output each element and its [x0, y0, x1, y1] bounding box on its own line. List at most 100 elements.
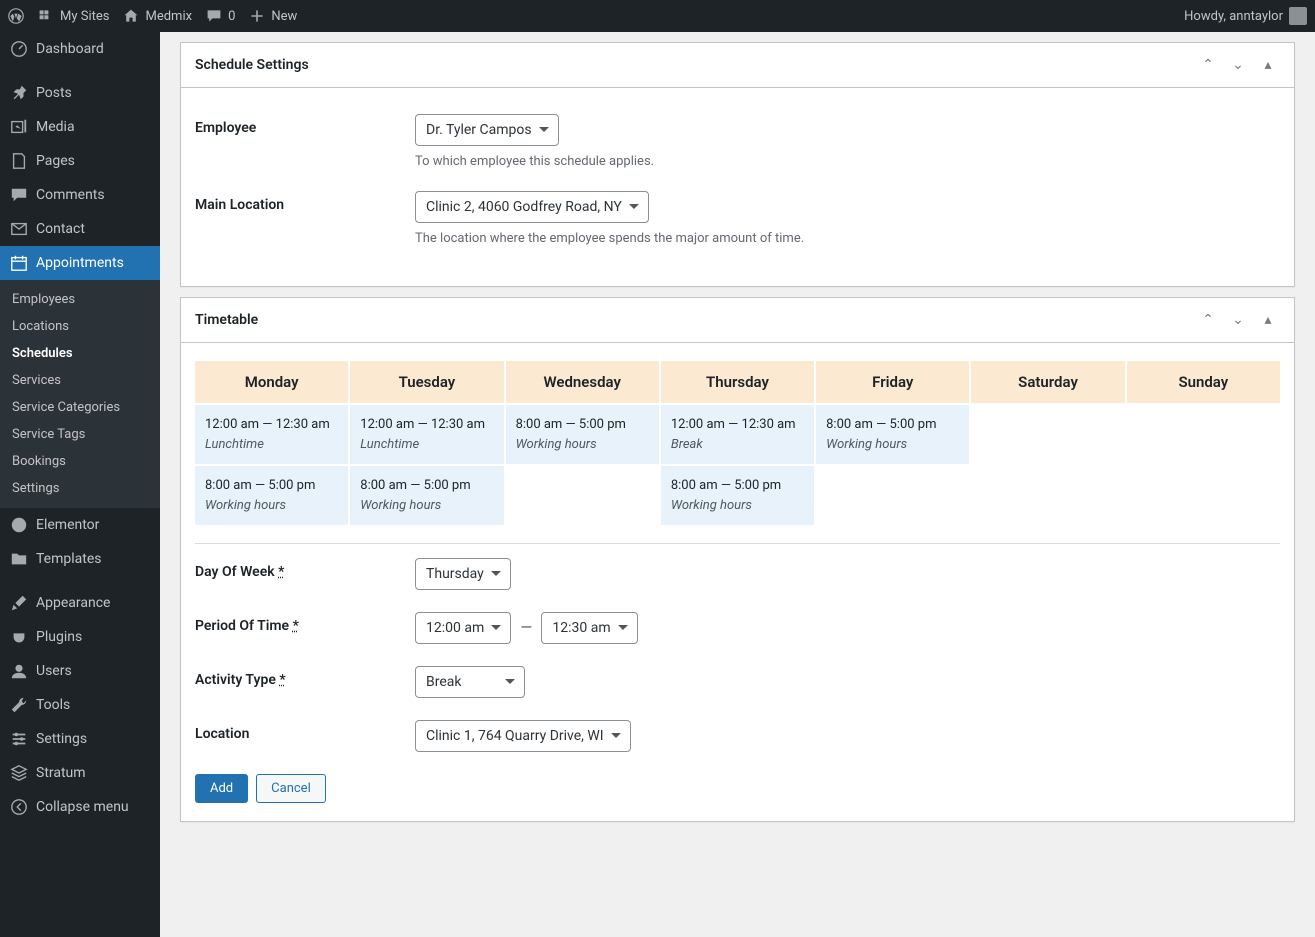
sidebar-item-dashboard[interactable]: Dashboard	[0, 32, 160, 66]
timetable-block[interactable]: 8:00 am — 5:00 pmWorking hours	[816, 403, 969, 464]
submenu-schedules[interactable]: Schedules	[0, 340, 160, 367]
sidebar-item-posts[interactable]: Posts	[0, 76, 160, 110]
sidebar-item-comments[interactable]: Comments	[0, 178, 160, 212]
timetable-day-header: Monday	[195, 361, 348, 403]
timetable-day-header: Tuesday	[350, 361, 503, 403]
timetable-column: Sunday	[1127, 361, 1280, 525]
timetable-block[interactable]: 12:00 am — 12:30 amBreak	[661, 403, 814, 464]
my-sites[interactable]: My Sites	[38, 8, 109, 24]
period-start-select[interactable]: 12:00 am	[415, 612, 511, 644]
sidebar-item-tools[interactable]: Tools	[0, 688, 160, 722]
mail-icon	[10, 220, 28, 238]
elementor-icon	[10, 516, 28, 534]
sidebar-item-elementor[interactable]: Elementor	[0, 508, 160, 542]
employee-label: Employee	[195, 114, 415, 136]
schedule-settings-title: Schedule Settings	[195, 57, 309, 73]
submenu-employees[interactable]: Employees	[0, 286, 160, 313]
period-end-select[interactable]: 12:30 am	[541, 612, 637, 644]
submenu-services[interactable]: Services	[0, 367, 160, 394]
brush-icon	[10, 594, 28, 612]
employee-desc: To which employee this schedule applies.	[415, 154, 1280, 169]
timetable-day-header: Saturday	[971, 361, 1124, 403]
timetable-column: Friday8:00 am — 5:00 pmWorking hours	[816, 361, 969, 525]
sidebar-item-appearance[interactable]: Appearance	[0, 586, 160, 620]
new-content[interactable]: New	[249, 8, 297, 24]
comments-count[interactable]: 0	[206, 8, 235, 24]
appointments-submenu: Employees Locations Schedules Services S…	[0, 280, 160, 508]
sidebar-collapse[interactable]: Collapse menu	[0, 790, 160, 824]
timetable-column: Saturday	[971, 361, 1124, 525]
timetable-day-header: Wednesday	[506, 361, 659, 403]
timetable-column: Monday12:00 am — 12:30 amLunchtime8:00 a…	[195, 361, 348, 525]
location-select[interactable]: Clinic 1, 764 Quarry Drive, WI	[415, 720, 631, 752]
timetable-column: Tuesday12:00 am — 12:30 amLunchtime8:00 …	[350, 361, 503, 525]
timetable-day-header: Sunday	[1127, 361, 1280, 403]
activity-type-select[interactable]: Break	[415, 666, 525, 698]
admin-sidebar: Dashboard Posts Media Pages Comments Con…	[0, 32, 160, 937]
main-location-select[interactable]: Clinic 2, 4060 Godfrey Road, NY	[415, 191, 649, 223]
submenu-settings[interactable]: Settings	[0, 475, 160, 502]
page-icon	[10, 152, 28, 170]
comment-icon	[206, 8, 222, 24]
sidebar-item-appointments[interactable]: Appointments	[0, 246, 160, 280]
toggle-panel-icon[interactable]: ▴	[1256, 308, 1280, 332]
comment-icon	[10, 186, 28, 204]
dashboard-icon	[10, 40, 28, 58]
timetable-block[interactable]: 8:00 am — 5:00 pmWorking hours	[350, 464, 503, 525]
timetable-block[interactable]: 12:00 am — 12:30 amLunchtime	[350, 403, 503, 464]
sidebar-item-media[interactable]: Media	[0, 110, 160, 144]
main-content: Schedule Settings ⌃ ⌄ ▴ Employee Dr. Tyl…	[160, 32, 1315, 937]
schedule-settings-box: Schedule Settings ⌃ ⌄ ▴ Employee Dr. Tyl…	[180, 42, 1295, 287]
site-name[interactable]: Medmix	[123, 8, 192, 24]
submenu-service-categories[interactable]: Service Categories	[0, 394, 160, 421]
timetable-block[interactable]: 8:00 am — 5:00 pmWorking hours	[506, 403, 659, 464]
home-icon	[123, 8, 139, 24]
timetable-day-header: Thursday	[661, 361, 814, 403]
employee-select[interactable]: Dr. Tyler Campos	[415, 114, 559, 146]
timetable-column: Wednesday8:00 am — 5:00 pmWorking hours	[506, 361, 659, 525]
media-icon	[10, 118, 28, 136]
wp-logo[interactable]	[8, 8, 24, 24]
timetable-box: Timetable ⌃ ⌄ ▴ Monday12:00 am — 12:30 a…	[180, 297, 1295, 822]
wordpress-icon	[8, 8, 24, 24]
sidebar-item-templates[interactable]: Templates	[0, 542, 160, 576]
timetable-grid: Monday12:00 am — 12:30 amLunchtime8:00 a…	[195, 361, 1280, 525]
sidebar-item-contact[interactable]: Contact	[0, 212, 160, 246]
location-label: Location	[195, 720, 415, 742]
sidebar-item-users[interactable]: Users	[0, 654, 160, 688]
sliders-icon	[10, 730, 28, 748]
day-of-week-label: Day Of Week *	[195, 558, 415, 580]
sidebar-item-settings[interactable]: Settings	[0, 722, 160, 756]
main-location-label: Main Location	[195, 191, 415, 213]
add-button[interactable]: Add	[195, 774, 248, 803]
move-down-icon[interactable]: ⌄	[1226, 53, 1250, 77]
timetable-block[interactable]: 8:00 am — 5:00 pmWorking hours	[195, 464, 348, 525]
submenu-bookings[interactable]: Bookings	[0, 448, 160, 475]
move-down-icon[interactable]: ⌄	[1226, 308, 1250, 332]
sidebar-item-plugins[interactable]: Plugins	[0, 620, 160, 654]
move-up-icon[interactable]: ⌃	[1196, 308, 1220, 332]
submenu-service-tags[interactable]: Service Tags	[0, 421, 160, 448]
cancel-button[interactable]: Cancel	[256, 774, 326, 803]
main-location-desc: The location where the employee spends t…	[415, 231, 1280, 246]
submenu-locations[interactable]: Locations	[0, 313, 160, 340]
timetable-block[interactable]: 8:00 am — 5:00 pmWorking hours	[661, 464, 814, 525]
admin-bar: My Sites Medmix 0 New Howdy, anntaylor	[0, 0, 1315, 32]
toggle-panel-icon[interactable]: ▴	[1256, 53, 1280, 77]
sidebar-item-pages[interactable]: Pages	[0, 144, 160, 178]
period-label: Period Of Time *	[195, 612, 415, 634]
sidebar-item-stratum[interactable]: Stratum	[0, 756, 160, 790]
timetable-block[interactable]: 12:00 am — 12:30 amLunchtime	[195, 403, 348, 464]
howdy[interactable]: Howdy, anntaylor	[1184, 7, 1307, 25]
divider	[195, 543, 1280, 544]
wrench-icon	[10, 696, 28, 714]
move-up-icon[interactable]: ⌃	[1196, 53, 1220, 77]
plug-icon	[10, 628, 28, 646]
plus-icon	[249, 8, 265, 24]
folder-icon	[10, 550, 28, 568]
timetable-day-header: Friday	[816, 361, 969, 403]
timetable-title: Timetable	[195, 312, 258, 328]
day-of-week-select[interactable]: Thursday	[415, 558, 511, 590]
pin-icon	[10, 84, 28, 102]
collapse-icon	[10, 798, 28, 816]
